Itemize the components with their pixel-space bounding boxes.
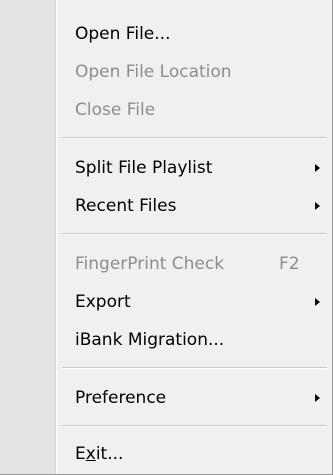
menu-item-label: Export: [75, 292, 131, 312]
menu-item-recent-files[interactable]: Recent Files: [57, 187, 332, 225]
menu-item-open-file[interactable]: Open File...: [57, 15, 332, 53]
submenu-arrow-icon: [315, 202, 320, 210]
menu-item-fingerprint-check: FingerPrint Check F2: [57, 245, 332, 283]
exit-mnemonic: x: [85, 444, 96, 464]
menu-icon-gutter: [0, 0, 56, 474]
menu-item-label: FingerPrint Check: [75, 254, 225, 274]
menu-separator: [62, 367, 327, 369]
menu-separator: [62, 233, 327, 235]
menu-item-label: Close File: [75, 100, 156, 120]
file-context-menu: Open File... Open File Location Close Fi…: [0, 0, 333, 475]
menu-item-label: iBank Migration...: [75, 330, 225, 350]
menu-item-close-file: Close File: [57, 91, 332, 129]
submenu-arrow-icon: [315, 164, 320, 172]
menu-item-export[interactable]: Export: [57, 283, 332, 321]
submenu-arrow-icon: [315, 394, 320, 402]
menu-separator: [62, 425, 327, 427]
menu-item-split-file-playlist[interactable]: Split File Playlist: [57, 149, 332, 187]
menu-item-label: Open File...: [75, 24, 171, 44]
menu-item-label: Split File Playlist: [75, 158, 213, 178]
menu-item-open-file-location: Open File Location: [57, 53, 332, 91]
menu-item-label: Recent Files: [75, 196, 177, 216]
exit-label-end: it...: [95, 444, 124, 464]
submenu-arrow-icon: [315, 298, 320, 306]
menu-item-shortcut: F2: [279, 254, 300, 274]
exit-label-start: E: [75, 444, 86, 464]
menu-item-label: Exit...: [75, 435, 123, 473]
menu-item-exit[interactable]: Exit...: [57, 435, 332, 473]
menu-separator: [62, 137, 327, 139]
menu-item-preference[interactable]: Preference: [57, 379, 332, 417]
menu-item-label: Preference: [75, 388, 167, 408]
menu-item-label: Open File Location: [75, 62, 232, 82]
menu-item-ibank-migration[interactable]: iBank Migration...: [57, 321, 332, 359]
